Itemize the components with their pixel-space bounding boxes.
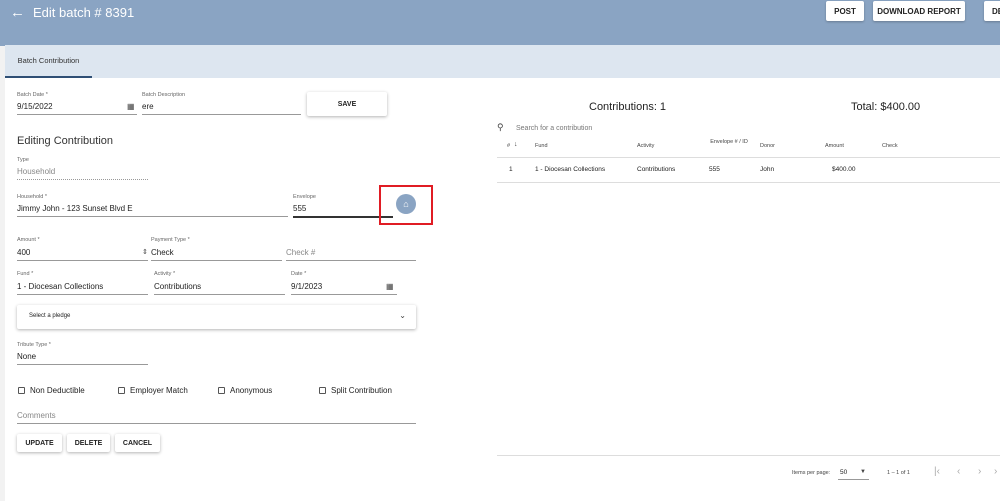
next-page-icon[interactable]: › <box>978 466 981 477</box>
download-report-button[interactable]: DOWNLOAD REPORT <box>873 1 965 21</box>
fund-label: Fund * <box>17 271 34 277</box>
post-button[interactable]: POST <box>826 1 864 21</box>
date-label: Date * <box>291 271 307 277</box>
tab-bar: Batch Contribution <box>5 45 1000 78</box>
amount-field[interactable]: 400 <box>17 248 30 257</box>
stepper-icon[interactable]: ⇕ <box>142 248 148 256</box>
col-check[interactable]: Check <box>882 143 898 149</box>
payment-type-select[interactable]: Check <box>151 248 174 257</box>
col-envelope[interactable]: Envelope # / ID <box>709 138 749 146</box>
update-button[interactable]: UPDATE <box>17 434 62 452</box>
calendar-icon[interactable]: ▦ <box>386 282 394 291</box>
editing-heading: Editing Contribution <box>17 135 114 147</box>
date-field[interactable]: 9/1/2023 <box>291 282 322 291</box>
caret-down-icon[interactable]: ▼ <box>860 469 866 475</box>
arrow-left-icon[interactable]: ← <box>10 4 25 21</box>
delete-batch-button[interactable]: DE <box>984 1 1000 21</box>
comments-field[interactable]: Comments <box>17 411 56 420</box>
amount-label: Amount * <box>17 237 40 243</box>
payment-type-label: Payment Type * <box>151 237 190 243</box>
calendar-icon[interactable]: ▦ <box>127 102 135 111</box>
total-amount: Total: $400.00 <box>851 101 921 113</box>
table-row[interactable]: 1 1 - Diocesan Collections Contributions… <box>497 158 1000 182</box>
envelope-field[interactable]: 555 <box>293 204 306 213</box>
batch-description-field[interactable]: ere <box>142 102 154 111</box>
household-field[interactable]: Jimmy John - 123 Sunset Blvd E <box>17 204 133 213</box>
envelope-label: Envelope <box>293 194 316 200</box>
fund-select[interactable]: 1 - Diocesan Collections <box>17 282 103 291</box>
save-button[interactable]: SAVE <box>307 92 387 116</box>
col-donor[interactable]: Donor <box>760 143 775 149</box>
non-deductible-checkbox[interactable]: Non Deductible <box>18 386 85 395</box>
pledge-placeholder: Select a pledge <box>29 313 71 319</box>
type-label: Type <box>17 157 29 163</box>
home-icon: ⌂ <box>403 199 409 209</box>
batch-description-label: Batch Description <box>142 92 186 98</box>
employer-match-checkbox[interactable]: Employer Match <box>118 386 188 395</box>
page-range: 1 – 1 of 1 <box>887 470 910 476</box>
arrow-down-icon[interactable]: ↓ <box>514 141 518 148</box>
page-title: Edit batch # 8391 <box>33 5 135 20</box>
contributions-count: Contributions: 1 <box>589 101 667 113</box>
search-input[interactable]: Search for a contribution <box>516 125 592 132</box>
home-button[interactable]: ⌂ <box>396 194 416 214</box>
prev-page-icon[interactable]: ‹ <box>957 466 960 477</box>
batch-date-field[interactable]: 9/15/2022 <box>17 102 53 111</box>
search-icon: ⚲ <box>497 122 504 132</box>
tab-batch-contribution[interactable]: Batch Contribution <box>5 45 92 78</box>
col-activity[interactable]: Activity <box>637 143 654 149</box>
type-field: Household <box>17 167 56 176</box>
anonymous-checkbox[interactable]: Anonymous <box>218 386 272 395</box>
first-page-icon[interactable]: |‹ <box>934 466 940 477</box>
split-contribution-checkbox[interactable]: Split Contribution <box>319 386 392 395</box>
col-amount[interactable]: Amount <box>825 143 844 149</box>
household-label: Household * <box>17 194 47 200</box>
last-page-icon[interactable]: › <box>994 466 997 477</box>
col-fund[interactable]: Fund <box>535 143 548 149</box>
delete-button[interactable]: DELETE <box>67 434 110 452</box>
activity-select[interactable]: Contributions <box>154 282 201 291</box>
chevron-down-icon: ⌄ <box>399 311 406 320</box>
tribute-type-select[interactable]: None <box>17 352 36 361</box>
check-number-field[interactable]: Check # <box>286 248 315 257</box>
items-per-page-label: Items per page: <box>792 470 831 476</box>
items-per-page-select[interactable]: 50 <box>840 469 847 476</box>
col-number: # <box>507 143 511 149</box>
batch-date-label: Batch Date * <box>17 92 48 98</box>
tribute-type-label: Tribute Type * <box>17 342 51 348</box>
app-header: ← Edit batch # 8391 POST DOWNLOAD REPORT… <box>0 0 1000 46</box>
activity-label: Activity * <box>154 271 176 277</box>
cancel-button[interactable]: CANCEL <box>115 434 160 452</box>
pledge-select[interactable]: Select a pledge ⌄ <box>17 305 416 329</box>
